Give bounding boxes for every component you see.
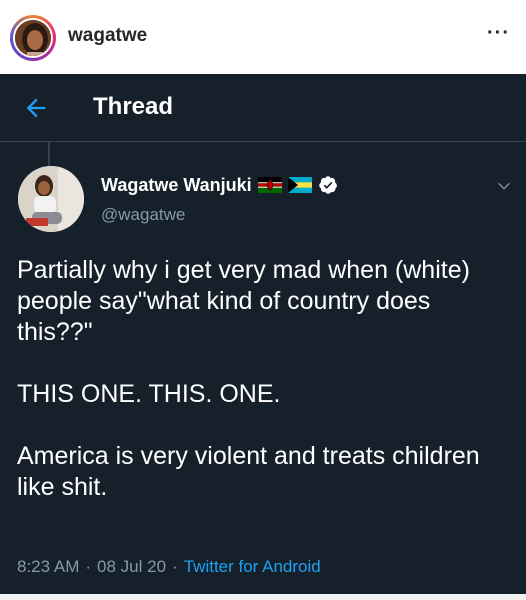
author-name-row: Wagatwe Wanjuki bbox=[101, 172, 338, 198]
bottom-divider bbox=[0, 594, 526, 600]
display-name[interactable]: Wagatwe Wanjuki bbox=[101, 175, 252, 196]
chevron-down-icon[interactable] bbox=[496, 178, 512, 194]
instagram-username[interactable]: wagatwe bbox=[68, 25, 147, 47]
verified-badge-icon bbox=[318, 176, 337, 194]
tweet-time[interactable]: 8:23 AM bbox=[17, 557, 79, 577]
kenya-flag-icon bbox=[257, 177, 282, 193]
more-horizontal-icon[interactable]: ··· bbox=[487, 22, 510, 45]
tweet-screenshot: Thread Wagatwe Wanjuki @wagatwe Partiall… bbox=[0, 74, 526, 600]
profile-photo-image bbox=[15, 20, 51, 56]
instagram-avatar[interactable] bbox=[10, 15, 56, 61]
thread-header: Thread bbox=[0, 74, 526, 142]
avatar-image bbox=[18, 166, 84, 232]
page-title: Thread bbox=[93, 93, 174, 120]
tweet-metadata: 8:23 AM · 08 Jul 20 · Twitter for Androi… bbox=[17, 557, 321, 577]
separator: · bbox=[85, 557, 92, 576]
separator: · bbox=[172, 557, 178, 576]
tweet-date[interactable]: 08 Jul 20 bbox=[97, 557, 166, 577]
tweet-text: Partially why i get very mad when (white… bbox=[17, 256, 480, 501]
avatar[interactable] bbox=[18, 166, 84, 232]
bahamas-flag-icon bbox=[287, 177, 312, 193]
instagram-post-header: wagatwe ··· bbox=[0, 0, 526, 74]
tweet-source-link[interactable]: Twitter for Android bbox=[184, 557, 321, 577]
profile-photo bbox=[13, 18, 53, 58]
user-handle[interactable]: @wagatwe bbox=[101, 205, 185, 225]
arrow-left-icon[interactable] bbox=[22, 94, 50, 122]
